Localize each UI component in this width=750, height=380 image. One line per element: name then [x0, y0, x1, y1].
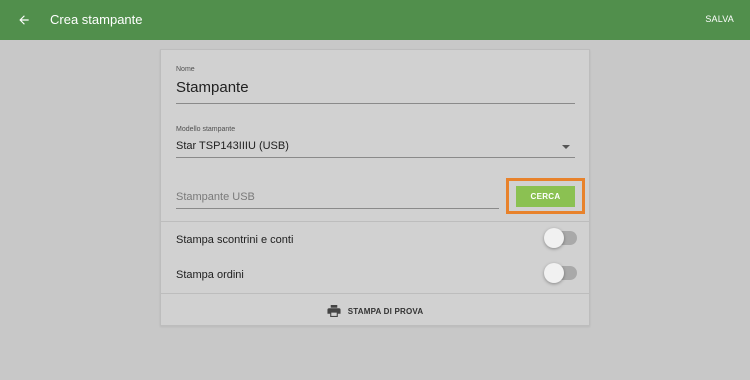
divider: [161, 293, 589, 294]
divider: [161, 221, 589, 222]
printer-icon: [327, 305, 341, 317]
switch-thumb: [544, 263, 564, 283]
app-bar: Crea stampante SALVA: [0, 0, 750, 40]
caret-down-icon[interactable]: [562, 145, 570, 149]
model-select-underline: [176, 157, 575, 158]
back-button[interactable]: [14, 10, 34, 30]
toggle-receipts-label: Stampa scontrini e conti: [176, 234, 294, 246]
model-field-label: Modello stampante: [176, 126, 236, 133]
test-print-button[interactable]: STAMPA DI PROVA: [161, 296, 589, 326]
test-print-label: STAMPA DI PROVA: [347, 306, 424, 316]
name-field[interactable]: Stampante: [176, 79, 249, 96]
printer-form-card: Nome Stampante Modello stampante Star TS…: [160, 49, 590, 326]
usb-printer-underline: [176, 208, 499, 209]
toggle-orders-switch[interactable]: [544, 263, 577, 283]
name-field-label: Nome: [176, 66, 195, 73]
model-select[interactable]: Star TSP143IIIU (USB): [176, 140, 289, 152]
switch-thumb: [544, 228, 564, 248]
search-button[interactable]: CERCA: [516, 186, 575, 207]
toggle-orders-label: Stampa ordini: [176, 269, 244, 281]
arrow-left-icon: [19, 15, 29, 25]
name-field-underline: [176, 103, 575, 104]
page-title: Crea stampante: [50, 12, 143, 27]
save-button[interactable]: SALVA: [705, 14, 734, 24]
toggle-receipts-switch[interactable]: [544, 228, 577, 248]
usb-printer-field[interactable]: Stampante USB: [176, 191, 255, 203]
